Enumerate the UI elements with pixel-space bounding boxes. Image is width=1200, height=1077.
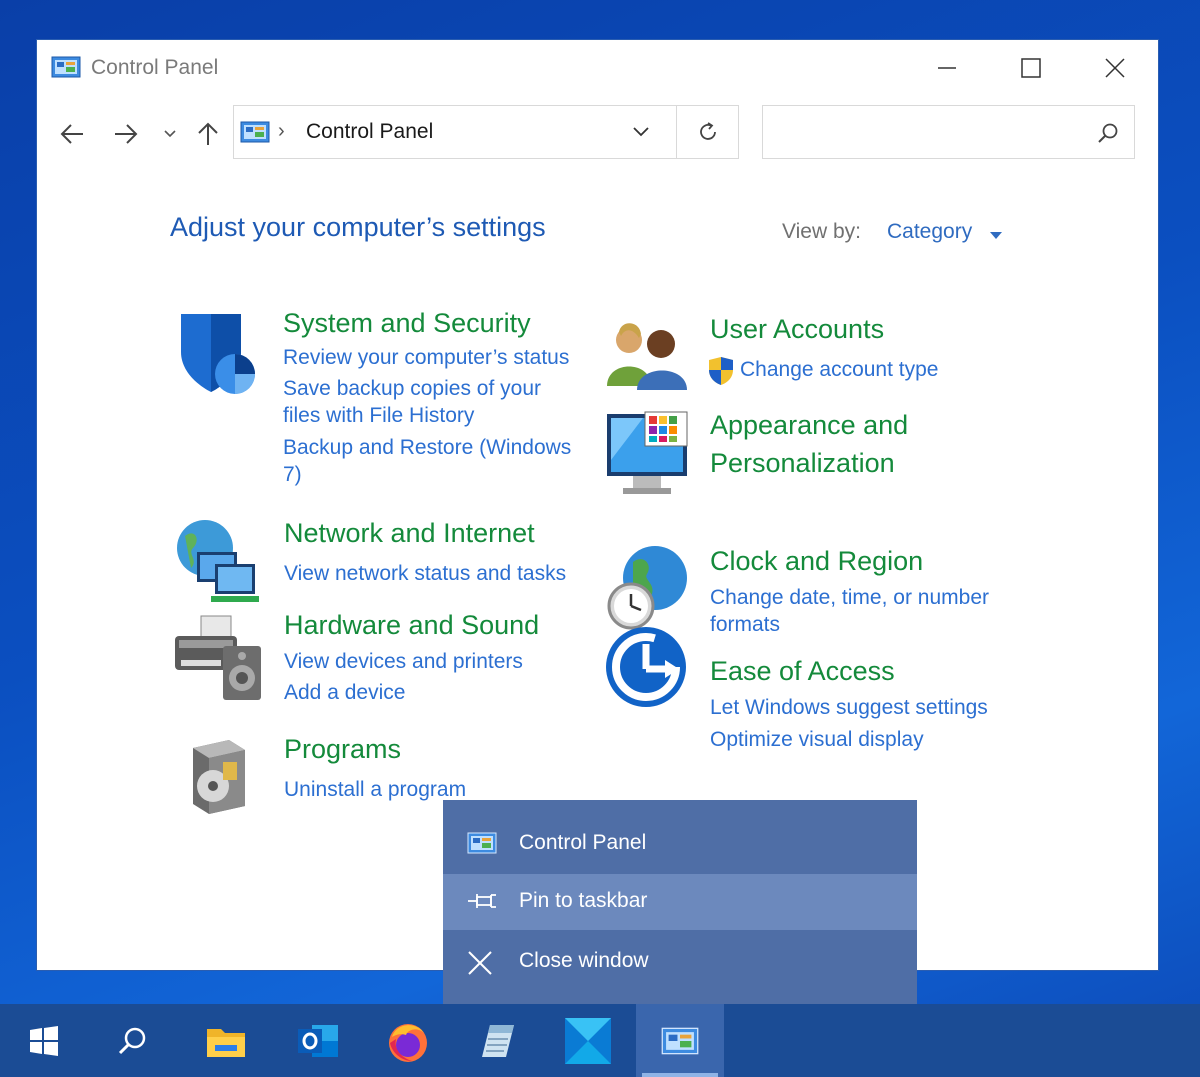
notepad-icon xyxy=(482,1024,514,1057)
link-change-date-time[interactable]: Change date, time, or number xyxy=(710,586,989,610)
control-panel-icon xyxy=(661,1027,699,1054)
category-title[interactable]: Ease of Access xyxy=(710,656,895,687)
users-icon xyxy=(603,314,693,399)
recent-locations-chevron-icon[interactable] xyxy=(153,117,187,151)
back-arrow-icon[interactable] xyxy=(55,117,89,151)
taskbar xyxy=(0,1004,1200,1077)
link-review-status[interactable]: Review your computer’s status xyxy=(283,346,569,370)
navigation-bar: › Control Panel xyxy=(37,105,1158,165)
link-optimize-display[interactable]: Optimize visual display xyxy=(710,728,924,752)
window-title: Control Panel xyxy=(91,56,219,79)
minimize-button[interactable] xyxy=(905,40,989,95)
taskbar-outlook[interactable] xyxy=(274,1004,362,1077)
uac-shield-icon xyxy=(707,356,735,391)
link-devices-printers[interactable]: View devices and printers xyxy=(284,650,523,674)
active-indicator xyxy=(642,1073,718,1077)
page-title: Adjust your computer’s settings xyxy=(170,212,546,242)
jumplist-label: Close window xyxy=(519,949,649,972)
jumplist-item-close-window[interactable]: Close window xyxy=(443,934,917,990)
search-input[interactable] xyxy=(762,105,1135,159)
category-title[interactable]: Hardware and Sound xyxy=(284,610,539,641)
outlook-icon xyxy=(298,1024,338,1057)
up-arrow-icon[interactable] xyxy=(191,117,225,151)
close-icon xyxy=(467,950,493,981)
control-panel-icon xyxy=(239,121,271,148)
taskbar-notepad[interactable] xyxy=(454,1004,542,1077)
file-explorer-icon xyxy=(207,1028,245,1057)
category-title[interactable]: Programs xyxy=(284,734,401,765)
link-suggest-settings[interactable]: Let Windows suggest settings xyxy=(710,696,988,720)
caret-down-icon[interactable] xyxy=(989,228,1003,246)
search-icon xyxy=(118,1027,146,1054)
jumplist-item-control-panel[interactable]: Control Panel xyxy=(443,816,917,872)
start-button[interactable] xyxy=(0,1004,88,1077)
pin-icon xyxy=(467,890,499,917)
breadcrumb[interactable]: Control Panel xyxy=(306,120,433,144)
taskbar-search-button[interactable] xyxy=(88,1004,176,1077)
link-backup-restore[interactable]: Backup and Restore (Windows xyxy=(283,436,571,460)
link-save-backup[interactable]: Save backup copies of your xyxy=(283,377,541,401)
refresh-button[interactable] xyxy=(677,105,739,159)
category-title[interactable]: Clock and Region xyxy=(710,546,923,577)
title-bar[interactable]: Control Panel xyxy=(37,40,1158,95)
link-add-device[interactable]: Add a device xyxy=(284,681,405,705)
category-title-cont[interactable]: Personalization xyxy=(710,448,895,479)
control-panel-icon xyxy=(467,832,497,859)
taskbar-firefox[interactable] xyxy=(364,1004,452,1077)
taskbar-control-panel[interactable] xyxy=(636,1004,724,1077)
view-by-label: View by: xyxy=(782,220,861,243)
category-title[interactable]: Appearance and xyxy=(710,410,908,441)
jumplist-label: Control Panel xyxy=(519,831,647,854)
breadcrumb-separator: › xyxy=(278,120,285,142)
network-globe-icon xyxy=(171,518,263,609)
search-icon[interactable] xyxy=(1096,121,1120,150)
printer-speaker-icon xyxy=(171,610,263,707)
link-save-backup-cont[interactable]: files with File History xyxy=(283,404,474,428)
category-title[interactable]: User Accounts xyxy=(710,314,884,345)
ease-of-access-icon xyxy=(603,624,689,715)
taskbar-jump-list: Control Panel Pin to taskbar Close windo… xyxy=(443,800,917,1005)
forward-arrow-icon[interactable] xyxy=(109,117,143,151)
link-change-account-type[interactable]: Change account type xyxy=(740,358,938,382)
jumplist-label: Pin to taskbar xyxy=(519,889,648,912)
app-icon xyxy=(565,1017,611,1064)
jumplist-item-pin-to-taskbar[interactable]: Pin to taskbar xyxy=(443,874,917,930)
address-bar[interactable]: › Control Panel xyxy=(233,105,677,159)
start-icon xyxy=(30,1025,58,1056)
link-uninstall-program[interactable]: Uninstall a program xyxy=(284,778,466,802)
link-change-date-time-cont[interactable]: formats xyxy=(710,613,780,637)
control-panel-icon xyxy=(51,56,81,83)
category-title[interactable]: Network and Internet xyxy=(284,518,535,549)
maximize-button[interactable] xyxy=(989,40,1073,95)
chevron-down-icon[interactable] xyxy=(630,120,652,147)
monitor-palette-icon xyxy=(603,410,693,505)
link-backup-restore-cont[interactable]: 7) xyxy=(283,463,302,487)
clock-globe-icon xyxy=(603,540,693,635)
refresh-icon xyxy=(699,122,716,140)
taskbar-file-explorer[interactable] xyxy=(182,1004,270,1077)
programs-box-icon xyxy=(183,734,255,821)
link-network-status[interactable]: View network status and tasks xyxy=(284,562,566,586)
security-shield-icon xyxy=(173,308,263,403)
close-window-button[interactable] xyxy=(1073,40,1157,95)
taskbar-app[interactable] xyxy=(544,1004,632,1077)
category-title[interactable]: System and Security xyxy=(283,308,531,339)
view-by-dropdown[interactable]: Category xyxy=(887,220,972,244)
firefox-icon xyxy=(389,1023,427,1062)
